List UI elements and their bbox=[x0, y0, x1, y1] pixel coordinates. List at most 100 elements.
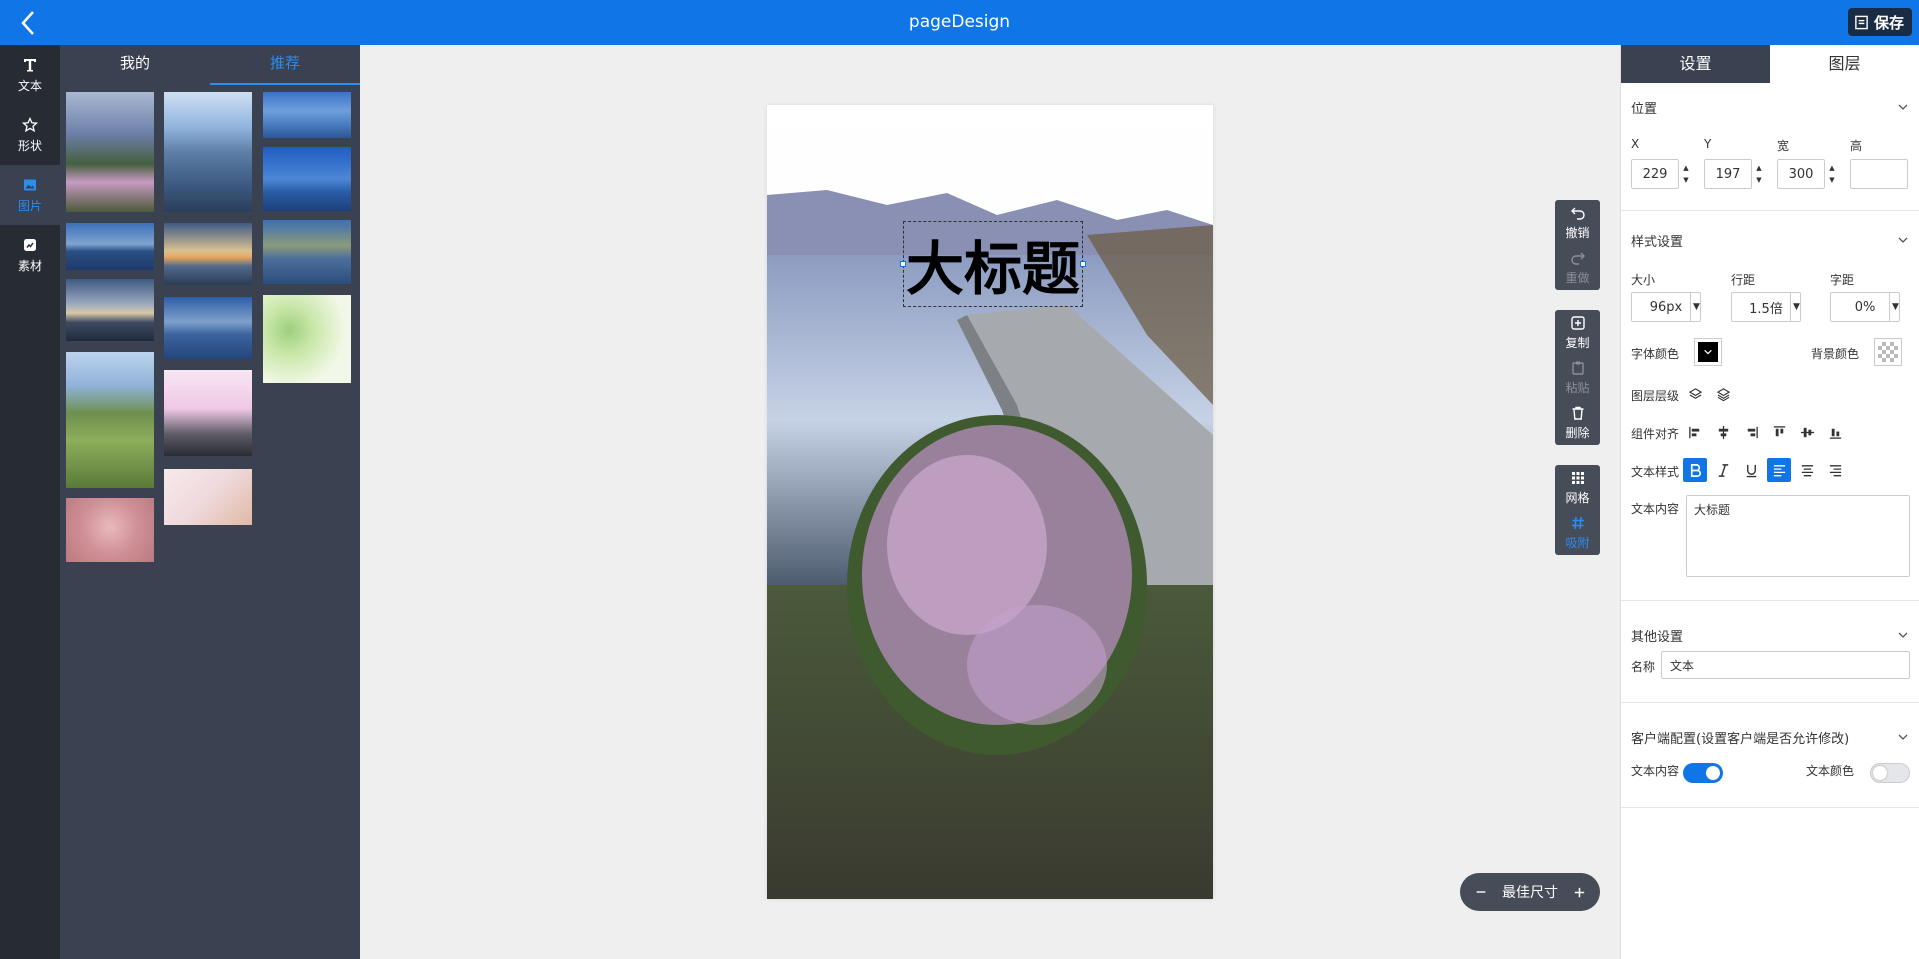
rail-item-label: 图片 bbox=[17, 198, 42, 213]
paste-icon bbox=[1571, 361, 1584, 375]
image-thumbnail[interactable] bbox=[66, 352, 154, 488]
align-right-button[interactable] bbox=[1739, 420, 1763, 444]
position-section-header[interactable]: 位置 bbox=[1631, 97, 1909, 117]
height-input[interactable] bbox=[1850, 159, 1908, 189]
tab-settings[interactable]: 设置 bbox=[1621, 45, 1770, 83]
image-thumbnail[interactable] bbox=[66, 92, 154, 212]
text-align-center-button[interactable] bbox=[1795, 458, 1819, 482]
x-stepper[interactable]: ▲ ▼ bbox=[1681, 159, 1691, 189]
snap-label: 吸附 bbox=[1565, 535, 1590, 550]
text-content-toggle[interactable] bbox=[1683, 763, 1723, 783]
zoom-bar: 最佳尺寸 bbox=[1460, 873, 1600, 911]
align-bottom-icon bbox=[1829, 428, 1841, 439]
text-align-left-button[interactable] bbox=[1767, 458, 1791, 482]
other-section-header[interactable]: 其他设置 bbox=[1631, 625, 1909, 645]
send-backward-button[interactable] bbox=[1711, 382, 1735, 406]
italic-button[interactable] bbox=[1711, 458, 1735, 482]
underline-icon bbox=[1746, 464, 1756, 477]
line-height-value: 1.5倍 bbox=[1749, 301, 1783, 317]
image-thumbnail[interactable] bbox=[66, 498, 154, 562]
copy-label: 复制 bbox=[1565, 335, 1590, 350]
zoom-out-button[interactable] bbox=[1470, 881, 1492, 903]
x-value: 229 bbox=[1642, 166, 1668, 182]
font-color-picker[interactable] bbox=[1694, 338, 1722, 366]
image-thumbnail[interactable] bbox=[164, 370, 252, 456]
client-text-content-label: 文本内容 bbox=[1631, 764, 1680, 778]
width-input[interactable]: 300 bbox=[1777, 159, 1825, 189]
rail-item-material[interactable]: 素材 bbox=[0, 225, 60, 285]
image-thumbnail[interactable] bbox=[263, 147, 351, 211]
letter-spacing-value: 0% bbox=[1854, 299, 1876, 315]
bring-forward-button[interactable] bbox=[1683, 382, 1707, 406]
text-align-right-button[interactable] bbox=[1823, 458, 1847, 482]
align-bottom-button[interactable] bbox=[1823, 420, 1847, 444]
rail-item-shape[interactable]: 形状 bbox=[0, 105, 60, 165]
image-thumbnail[interactable] bbox=[263, 295, 351, 383]
history-tools: 撤销 重做 bbox=[1555, 200, 1600, 290]
line-height-dropdown-icon[interactable]: ▼ bbox=[1790, 292, 1802, 322]
font-size-dropdown-icon[interactable]: ▼ bbox=[1690, 292, 1702, 322]
image-thumbnail[interactable] bbox=[263, 92, 351, 138]
image-thumbnail[interactable] bbox=[263, 220, 351, 284]
text-content-textarea[interactable]: 大标题 bbox=[1686, 495, 1910, 577]
undo-label: 撤销 bbox=[1565, 225, 1590, 240]
client-text-color-label: 文本颜色 bbox=[1806, 764, 1855, 778]
resize-handle[interactable] bbox=[1080, 261, 1086, 267]
tab-recommended[interactable]: 推荐 bbox=[210, 45, 360, 85]
font-color-label: 字体颜色 bbox=[1631, 347, 1680, 361]
design-canvas[interactable]: 大标题 bbox=[767, 105, 1213, 899]
image-thumbnail[interactable] bbox=[66, 223, 154, 270]
save-button[interactable]: 保存 bbox=[1847, 8, 1912, 36]
image-thumbnail[interactable] bbox=[164, 297, 252, 359]
canvas-title-text[interactable]: 大标题 bbox=[903, 221, 1083, 307]
redo-button[interactable]: 重做 bbox=[1555, 245, 1600, 290]
rail-item-image[interactable]: 图片 bbox=[0, 165, 60, 225]
image-thumbnail[interactable] bbox=[66, 279, 154, 341]
text-align-center-icon bbox=[1801, 464, 1813, 476]
tab-mine[interactable]: 我的 bbox=[60, 45, 210, 85]
y-label: Y bbox=[1704, 137, 1712, 151]
name-input[interactable]: 文本 bbox=[1661, 651, 1910, 679]
grid-icon bbox=[1571, 471, 1584, 484]
trash-icon bbox=[1572, 406, 1583, 420]
width-stepper[interactable]: ▲ ▼ bbox=[1827, 159, 1837, 189]
resize-handle[interactable] bbox=[900, 261, 906, 267]
y-stepper[interactable]: ▲ ▼ bbox=[1754, 159, 1764, 189]
x-input[interactable]: 229 bbox=[1631, 159, 1679, 189]
align-left-icon bbox=[1688, 426, 1699, 438]
image-thumbnail[interactable] bbox=[164, 223, 252, 285]
align-top-button[interactable] bbox=[1767, 420, 1791, 444]
copy-button[interactable]: 复制 bbox=[1555, 310, 1600, 355]
toggle-knob bbox=[1873, 766, 1887, 780]
zoom-in-button[interactable] bbox=[1568, 881, 1590, 903]
rail-item-text[interactable]: 文本 bbox=[0, 45, 60, 105]
top-bar: pageDesign 保存 bbox=[0, 0, 1919, 45]
image-tabs: 我的 推荐 bbox=[60, 45, 360, 85]
text-color-toggle[interactable] bbox=[1870, 763, 1910, 783]
grid-button[interactable]: 网格 bbox=[1555, 465, 1600, 510]
background-color-picker[interactable] bbox=[1874, 338, 1902, 366]
align-center-h-button[interactable] bbox=[1711, 420, 1735, 444]
y-input[interactable]: 197 bbox=[1704, 159, 1752, 189]
zoom-label[interactable]: 最佳尺寸 bbox=[1502, 882, 1558, 902]
image-thumbnail[interactable] bbox=[164, 92, 252, 212]
rail-item-label: 形状 bbox=[17, 138, 42, 153]
bold-button[interactable] bbox=[1683, 458, 1707, 482]
delete-button[interactable]: 删除 bbox=[1555, 400, 1600, 445]
chevron-down-icon bbox=[1898, 104, 1908, 110]
align-middle-button[interactable] bbox=[1795, 420, 1819, 444]
client-config-section-header[interactable]: 客户端配置(设置客户端是否允许修改) bbox=[1631, 727, 1909, 747]
align-left-button[interactable] bbox=[1683, 420, 1707, 444]
style-section-header[interactable]: 样式设置 bbox=[1631, 230, 1909, 250]
rail-item-label: 素材 bbox=[17, 258, 42, 273]
paste-button[interactable]: 粘贴 bbox=[1555, 355, 1600, 400]
save-label: 保存 bbox=[1873, 13, 1904, 32]
image-thumbnail[interactable] bbox=[164, 469, 252, 525]
layer-up-icon bbox=[1688, 387, 1702, 399]
plus-icon bbox=[1574, 887, 1584, 897]
snap-button[interactable]: 吸附 bbox=[1555, 510, 1600, 555]
tab-layers[interactable]: 图层 bbox=[1770, 45, 1919, 83]
underline-button[interactable] bbox=[1739, 458, 1763, 482]
undo-button[interactable]: 撤销 bbox=[1555, 200, 1600, 245]
letter-spacing-dropdown-icon[interactable]: ▼ bbox=[1889, 292, 1901, 322]
